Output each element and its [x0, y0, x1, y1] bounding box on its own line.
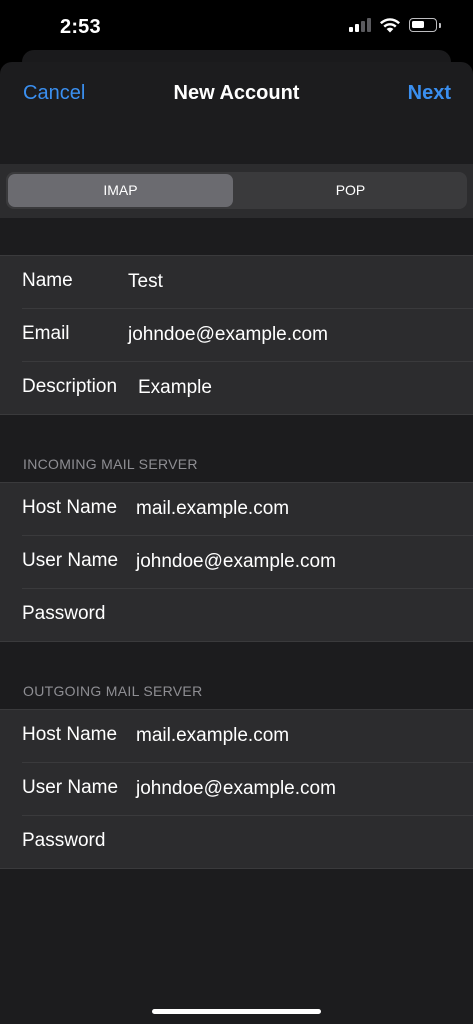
page-title: New Account: [173, 82, 300, 104]
battery-icon: [409, 18, 441, 32]
outgoing-password-label: Password: [22, 830, 106, 851]
incoming-password-label: Password: [22, 603, 106, 624]
status-bar: 2:53: [0, 0, 473, 54]
outgoing-host-row[interactable]: Host Name mail.example.com: [22, 710, 473, 763]
outgoing-user-field[interactable]: johndoe@example.com: [136, 778, 336, 800]
incoming-section-header: INCOMING MAIL SERVER: [23, 456, 198, 472]
navigation-bar: Cancel New Account Next: [0, 62, 473, 126]
status-time: 2:53: [60, 16, 101, 38]
new-account-sheet: Cancel New Account Next IMAP POP Name Te…: [0, 62, 473, 1024]
status-icons: [349, 17, 441, 33]
outgoing-user-row[interactable]: User Name johndoe@example.com: [22, 763, 473, 816]
account-type-segmented-control: IMAP POP: [6, 172, 467, 209]
name-row[interactable]: Name Test: [22, 256, 473, 309]
incoming-host-field[interactable]: mail.example.com: [136, 498, 289, 520]
description-field[interactable]: Example: [138, 377, 212, 399]
outgoing-server-group: Host Name mail.example.com User Name joh…: [0, 709, 473, 869]
next-button[interactable]: Next: [408, 82, 451, 105]
incoming-host-label: Host Name: [22, 497, 118, 518]
wifi-icon: [380, 18, 400, 33]
incoming-user-field[interactable]: johndoe@example.com: [136, 551, 336, 573]
outgoing-section-header: OUTGOING MAIL SERVER: [23, 683, 203, 699]
incoming-user-row[interactable]: User Name johndoe@example.com: [22, 536, 473, 589]
name-label: Name: [22, 270, 73, 291]
battery-level: [412, 21, 424, 28]
outgoing-user-label: User Name: [22, 777, 119, 798]
email-label: Email: [22, 323, 70, 344]
outgoing-host-field[interactable]: mail.example.com: [136, 725, 289, 747]
outgoing-password-row[interactable]: Password: [22, 816, 473, 868]
description-row[interactable]: Description Example: [22, 362, 473, 414]
description-label: Description: [22, 376, 118, 397]
account-type-band: IMAP POP: [0, 164, 473, 218]
email-row[interactable]: Email johndoe@example.com: [22, 309, 473, 362]
incoming-server-group: Host Name mail.example.com User Name joh…: [0, 482, 473, 642]
cellular-signal-icon: [349, 18, 371, 32]
segment-imap[interactable]: IMAP: [8, 174, 233, 207]
incoming-host-row[interactable]: Host Name mail.example.com: [22, 483, 473, 536]
screen: 2:53 Cancel New Account Next IMAP POP Na…: [0, 0, 473, 1024]
outgoing-host-label: Host Name: [22, 724, 118, 745]
email-field[interactable]: johndoe@example.com: [128, 324, 328, 346]
incoming-password-row[interactable]: Password: [22, 589, 473, 641]
home-indicator[interactable]: [152, 1009, 321, 1014]
segment-pop[interactable]: POP: [238, 174, 463, 207]
account-details-group: Name Test Email johndoe@example.com Desc…: [0, 255, 473, 415]
incoming-user-label: User Name: [22, 550, 119, 571]
name-field[interactable]: Test: [128, 271, 163, 293]
